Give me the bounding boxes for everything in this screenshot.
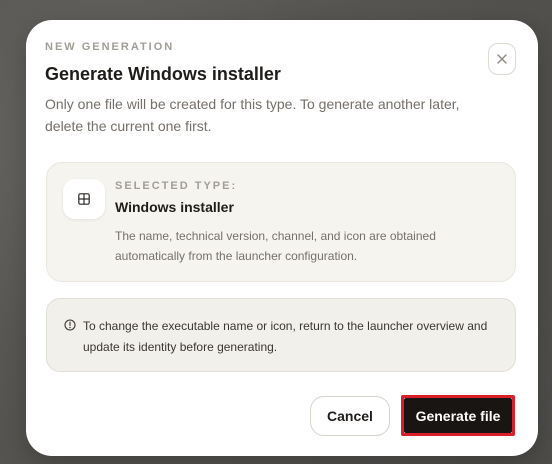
close-icon [497,54,507,64]
notice-text: To change the executable name or icon, r… [83,319,488,354]
selected-type-description: The name, technical version, channel, an… [115,229,436,263]
close-button[interactable] [488,43,516,75]
info-circle-icon [64,319,76,331]
selected-type-card: SELECTED TYPE: Windows installer The nam… [46,162,516,282]
dialog-description: Only one file will be created for this t… [45,96,460,134]
info-notice: To change the executable name or icon, r… [46,298,516,372]
selected-type-icon-tile [63,179,105,219]
cancel-button[interactable]: Cancel [310,396,390,436]
selected-type-label: SELECTED TYPE: [115,180,238,192]
windows-grid-icon [78,193,90,205]
dialog-title: Generate Windows installer [45,64,281,84]
dialog-eyebrow: NEW GENERATION [45,41,175,53]
generate-file-button[interactable]: Generate file [404,398,512,433]
selected-type-title: Windows installer [115,199,234,215]
generate-dialog: NEW GENERATION Generate Windows installe… [26,20,538,456]
